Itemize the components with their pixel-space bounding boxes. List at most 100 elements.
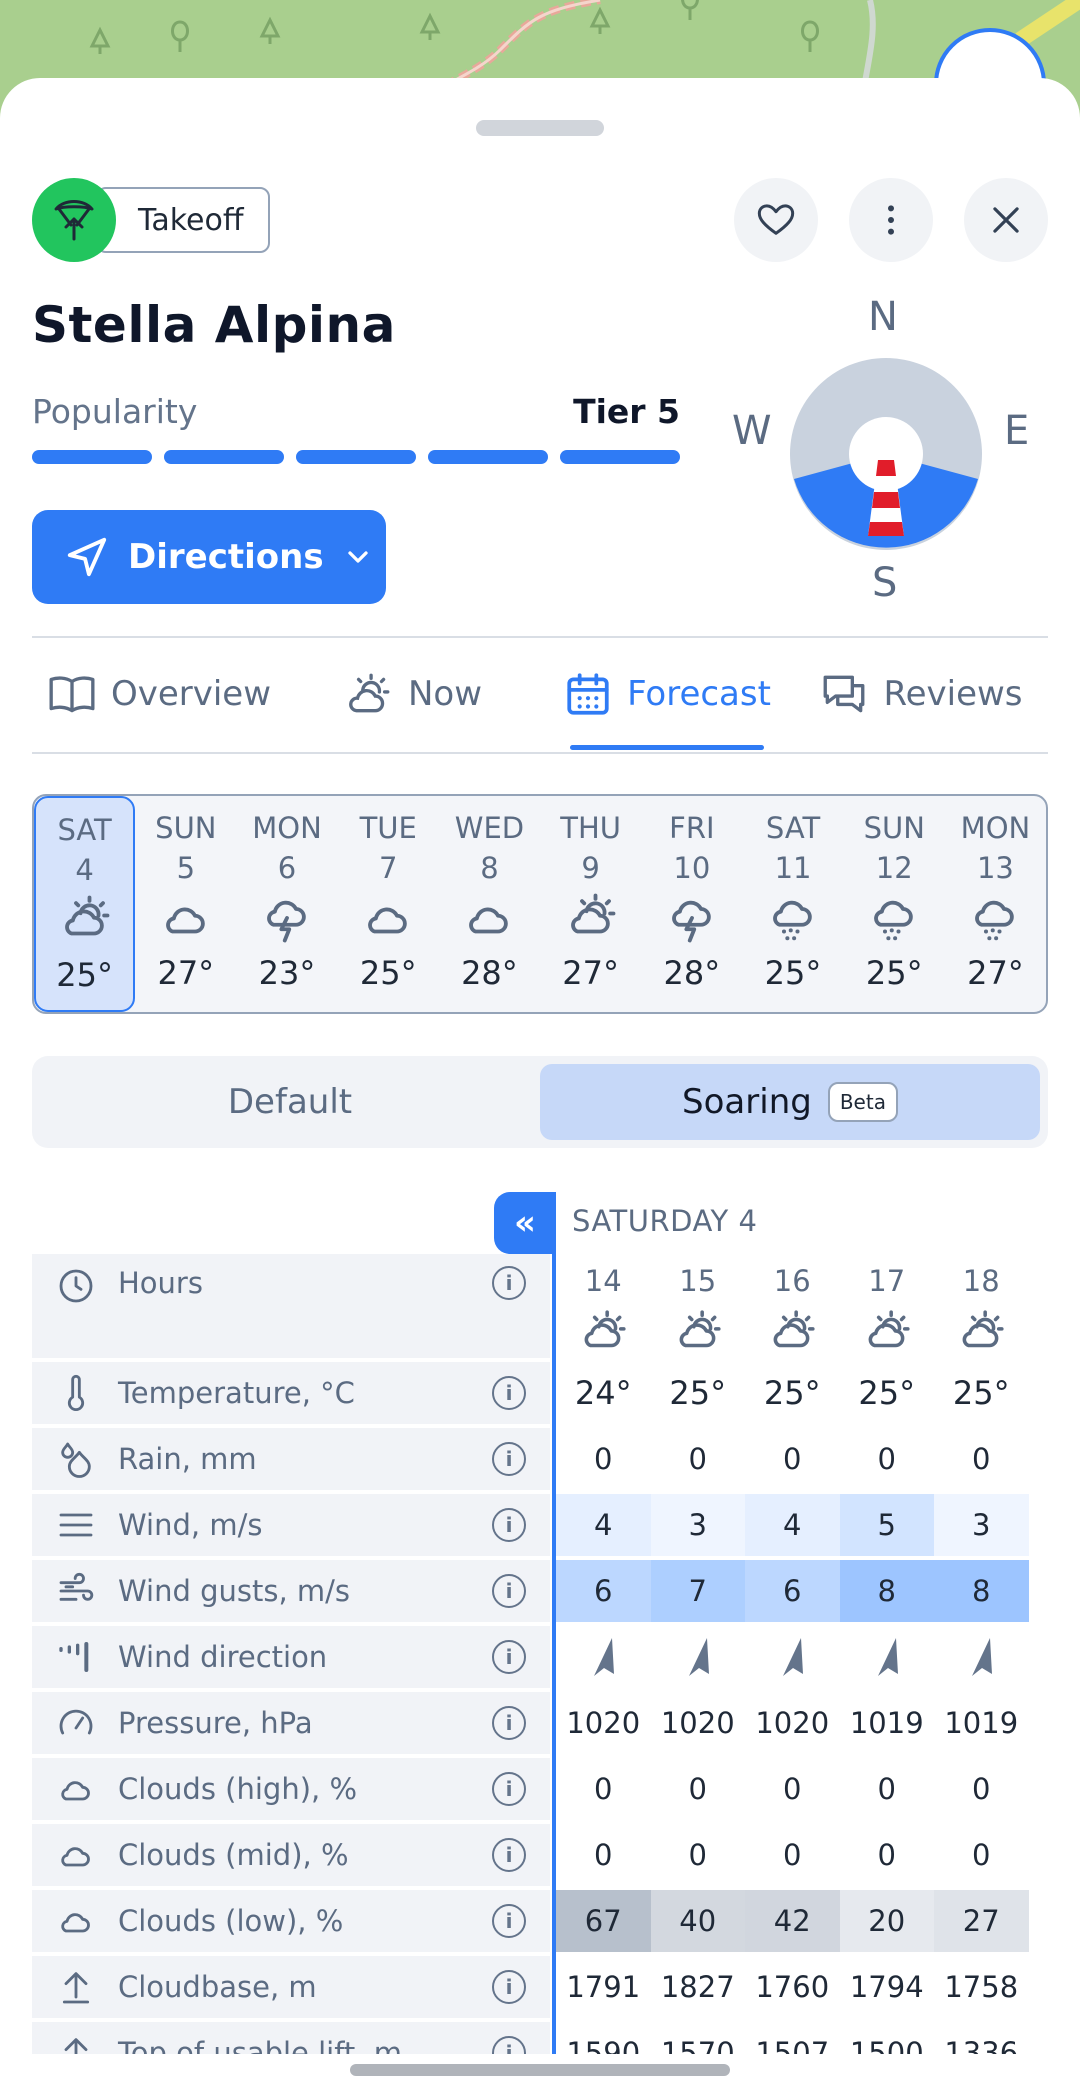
row-values: 14 15 16 17 18 (556, 1254, 1029, 1358)
value-cell: 1020 (566, 1706, 641, 1740)
site-details-sheet: Takeoff Stella Alpina Popularity Tier 5 … (0, 78, 1080, 2090)
gauge-icon (52, 1703, 100, 1743)
row-label: Wind gusts, m/s i (32, 1560, 550, 1622)
info-icon[interactable]: i (492, 1376, 526, 1410)
day-temp: 25° (865, 954, 923, 992)
row-values (556, 1626, 1029, 1688)
info-icon[interactable]: i (492, 1574, 526, 1608)
day-item[interactable]: MON 6 23° (236, 796, 337, 1012)
value-cell: 0 (877, 1442, 896, 1476)
row-label-text: Rain, mm (118, 1442, 257, 1476)
day-temp: 23° (258, 954, 316, 992)
day-item[interactable]: SAT 11 25° (742, 796, 843, 1012)
value-cell: 3 (934, 1494, 1029, 1556)
day-item[interactable]: WED 8 28° (439, 796, 540, 1012)
home-indicator[interactable] (350, 2064, 730, 2076)
value-cell: 1507 (755, 2036, 830, 2054)
info-icon[interactable]: i (492, 1772, 526, 1806)
day-date: 12 (875, 851, 913, 885)
day-date: 6 (277, 851, 297, 885)
forecast-mode-toggle: Default Soaring Beta (32, 1056, 1048, 1148)
row-label-text: Hours (118, 1266, 203, 1300)
row-label: Hours i (32, 1254, 550, 1358)
day-item[interactable]: SAT 4 25° (34, 796, 136, 1012)
info-icon[interactable]: i (492, 1970, 526, 2004)
row-label-text: Wind gusts, m/s (118, 1574, 351, 1608)
tab-overview[interactable]: Overview (32, 638, 286, 750)
storm-icon (665, 890, 719, 946)
row-values: 67 40 42 20 27 (556, 1890, 1029, 1952)
tab-reviews[interactable]: Reviews (794, 638, 1048, 750)
row-label-text: Temperature, °C (118, 1376, 355, 1410)
favorite-button[interactable] (734, 178, 818, 262)
value-cell: 0 (594, 1442, 613, 1476)
info-icon[interactable]: i (492, 1266, 526, 1300)
day-date: 7 (379, 851, 398, 885)
day-item[interactable]: FRI 10 28° (641, 796, 742, 1012)
info-icon[interactable]: i (492, 1508, 526, 1542)
row-values: 43453 (556, 1494, 1029, 1556)
collapse-labels-button[interactable]: « (494, 1192, 556, 1254)
mode-soaring[interactable]: Soaring Beta (540, 1064, 1040, 1140)
row-values: 1590 1570 1507 1500 1336 (556, 2022, 1029, 2054)
info-icon[interactable]: i (492, 1640, 526, 1674)
close-button[interactable] (964, 178, 1048, 262)
info-icon[interactable]: i (492, 2036, 526, 2054)
day-item[interactable]: SUN 5 27° (135, 796, 236, 1012)
popularity-segment (32, 450, 152, 464)
value-cell: 1794 (849, 1970, 924, 2004)
tab-now[interactable]: Now (286, 638, 540, 750)
directions-button[interactable]: Directions (32, 510, 386, 604)
value-cell: 0 (877, 1838, 896, 1872)
drag-handle[interactable] (476, 120, 604, 136)
rain-icon (867, 890, 921, 946)
info-icon[interactable]: i (492, 1904, 526, 1938)
day-temp: 25° (359, 954, 417, 992)
mode-default-label: Default (227, 1082, 353, 1122)
wind-compass: N W E S (730, 294, 1040, 616)
row-label: Wind direction i (32, 1626, 550, 1688)
mode-default[interactable]: Default (40, 1064, 540, 1140)
arrow-up-icon (52, 1967, 100, 2007)
day-item[interactable]: SUN 12 25° (844, 796, 945, 1012)
day-temp: 25° (764, 954, 822, 992)
day-item[interactable]: MON 13 27° (945, 796, 1046, 1012)
value-cell: 1758 (944, 1970, 1019, 2004)
thermometer-icon (52, 1373, 100, 1413)
tab-forecast[interactable]: Forecast (540, 638, 794, 750)
day-name: SAT (57, 813, 112, 847)
forecast-row-cloud_low: Clouds (low), % i 67 40 42 20 27 (32, 1890, 1048, 1952)
hour-label: 16 (773, 1264, 811, 1298)
day-name: SAT (765, 811, 821, 845)
heart-icon (757, 204, 795, 235)
paraglider-icon (32, 178, 116, 262)
more-options-button[interactable] (849, 178, 933, 262)
info-icon[interactable]: i (492, 1442, 526, 1476)
info-icon[interactable]: i (492, 1706, 526, 1740)
storm-icon (260, 890, 314, 946)
hour-cell: 17 (840, 1254, 935, 1358)
day-temp: 27° (967, 954, 1024, 992)
wind-arrow-icon (934, 1626, 1029, 1688)
forecast-day-header: SATURDAY 4 (572, 1204, 758, 1238)
mode-soaring-label: Soaring (682, 1082, 812, 1122)
day-date: 9 (581, 851, 600, 885)
day-item[interactable]: THU 9 27° (540, 796, 641, 1012)
day-temp: 27° (562, 954, 619, 992)
day-item[interactable]: TUE 7 25° (338, 796, 439, 1012)
cloud-icon (52, 1769, 100, 1809)
value-cell: 1336 (944, 2036, 1019, 2054)
arrow-up-icon (52, 2033, 100, 2054)
cloud-icon (52, 1901, 100, 1941)
forecast-table: Hours i 14 15 16 17 18 Temperature, °C i… (32, 1254, 1048, 2054)
gusts-icon (52, 1571, 100, 1611)
popularity-segment (428, 450, 548, 464)
wind-arrow-icon (840, 1626, 935, 1688)
hour-label: 18 (962, 1264, 1000, 1298)
value-cell: 5 (839, 1494, 934, 1556)
info-icon[interactable]: i (492, 1838, 526, 1872)
value-cell: 0 (972, 1838, 991, 1872)
hour-label: 15 (679, 1264, 717, 1298)
value-cell: 3 (650, 1494, 745, 1556)
value-cell: 8 (934, 1560, 1029, 1622)
